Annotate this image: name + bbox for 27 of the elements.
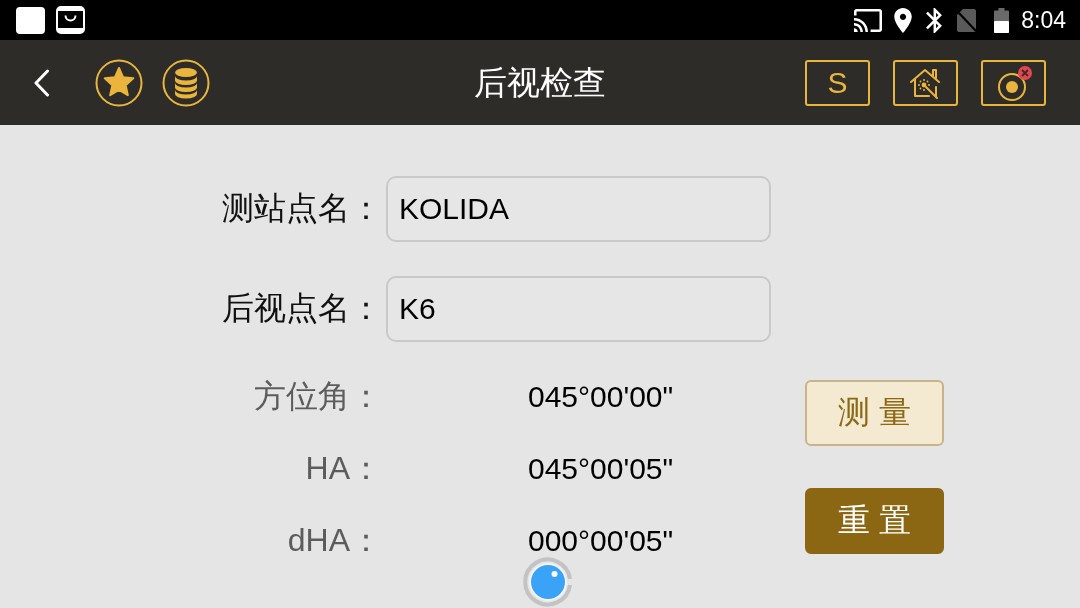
text-field[interactable]: KOLIDA bbox=[386, 176, 771, 242]
measure-button[interactable]: 测 量 bbox=[805, 380, 944, 446]
mode-button[interactable]: S bbox=[805, 59, 870, 106]
reading-value: 045°00'05" bbox=[528, 452, 674, 486]
reading-label: 方位角： bbox=[254, 377, 382, 416]
cast-icon bbox=[854, 8, 883, 32]
bluetooth-icon bbox=[926, 7, 943, 33]
back-icon[interactable] bbox=[33, 68, 50, 97]
square-icon bbox=[16, 6, 45, 34]
reading-label: HA： bbox=[305, 449, 382, 488]
scene-button[interactable] bbox=[893, 59, 958, 106]
clock-time: 8:04 bbox=[1021, 6, 1066, 35]
battery-icon bbox=[994, 7, 1010, 33]
no-sim-icon bbox=[956, 7, 978, 33]
page-title: 后视检查 bbox=[474, 62, 606, 103]
location-icon bbox=[894, 7, 913, 33]
field-label: 测站点名： bbox=[221, 189, 382, 228]
smile-box-icon bbox=[56, 6, 85, 34]
text-field[interactable]: K6 bbox=[386, 276, 771, 342]
target-button[interactable] bbox=[981, 59, 1046, 106]
house-wand-icon bbox=[908, 66, 943, 99]
reading-value: 000°00'05" bbox=[528, 524, 674, 558]
reading-value: 045°00'00" bbox=[528, 380, 674, 414]
reading-label: dHA： bbox=[287, 521, 382, 560]
field-label: 后视点名： bbox=[221, 289, 382, 328]
reset-button[interactable]: 重 置 bbox=[805, 488, 944, 554]
database-icon[interactable] bbox=[162, 58, 210, 107]
